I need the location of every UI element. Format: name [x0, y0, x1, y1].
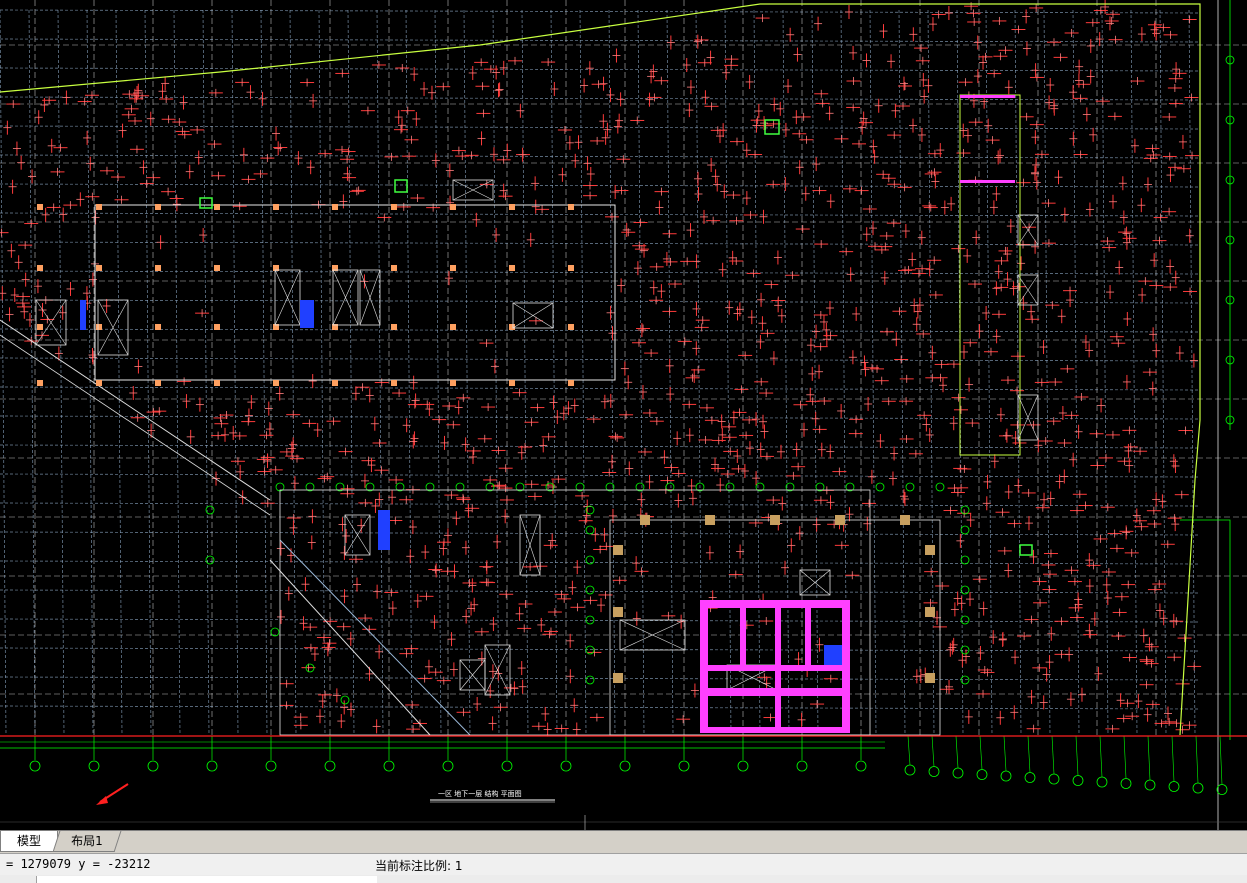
status-bar: = 1279079 y = -23212 当前标注比例: 1 [0, 853, 1247, 876]
rebar-marks [0, 0, 1202, 737]
tab-layout1-label: 布局1 [71, 834, 103, 848]
command-line-strip [0, 875, 1247, 883]
coordinate-readout: = 1279079 y = -23212 [6, 857, 151, 871]
annotation-scale-label: 当前标注比例: 1 [375, 859, 463, 873]
cad-window: 一区 地下一层 结构 平面图 模型 布局1 = 1279079 y = -232… [0, 0, 1247, 883]
tab-model[interactable]: 模型 [0, 831, 58, 852]
command-input[interactable] [36, 876, 377, 883]
tab-layout1[interactable]: 布局1 [52, 831, 122, 852]
floor-plan-drawing: 一区 地下一层 结构 平面图 [0, 0, 1247, 830]
axis-markers [0, 55, 1235, 795]
drawing-title: 一区 地下一层 结构 平面图 [438, 789, 522, 798]
structure-elements: 一区 地下一层 结构 平面图 [0, 3, 1247, 830]
ucs-arrow-icon [96, 783, 129, 805]
drawing-canvas[interactable]: 一区 地下一层 结构 平面图 [0, 0, 1247, 830]
layout-tab-bar: 模型 布局1 [0, 830, 1247, 853]
